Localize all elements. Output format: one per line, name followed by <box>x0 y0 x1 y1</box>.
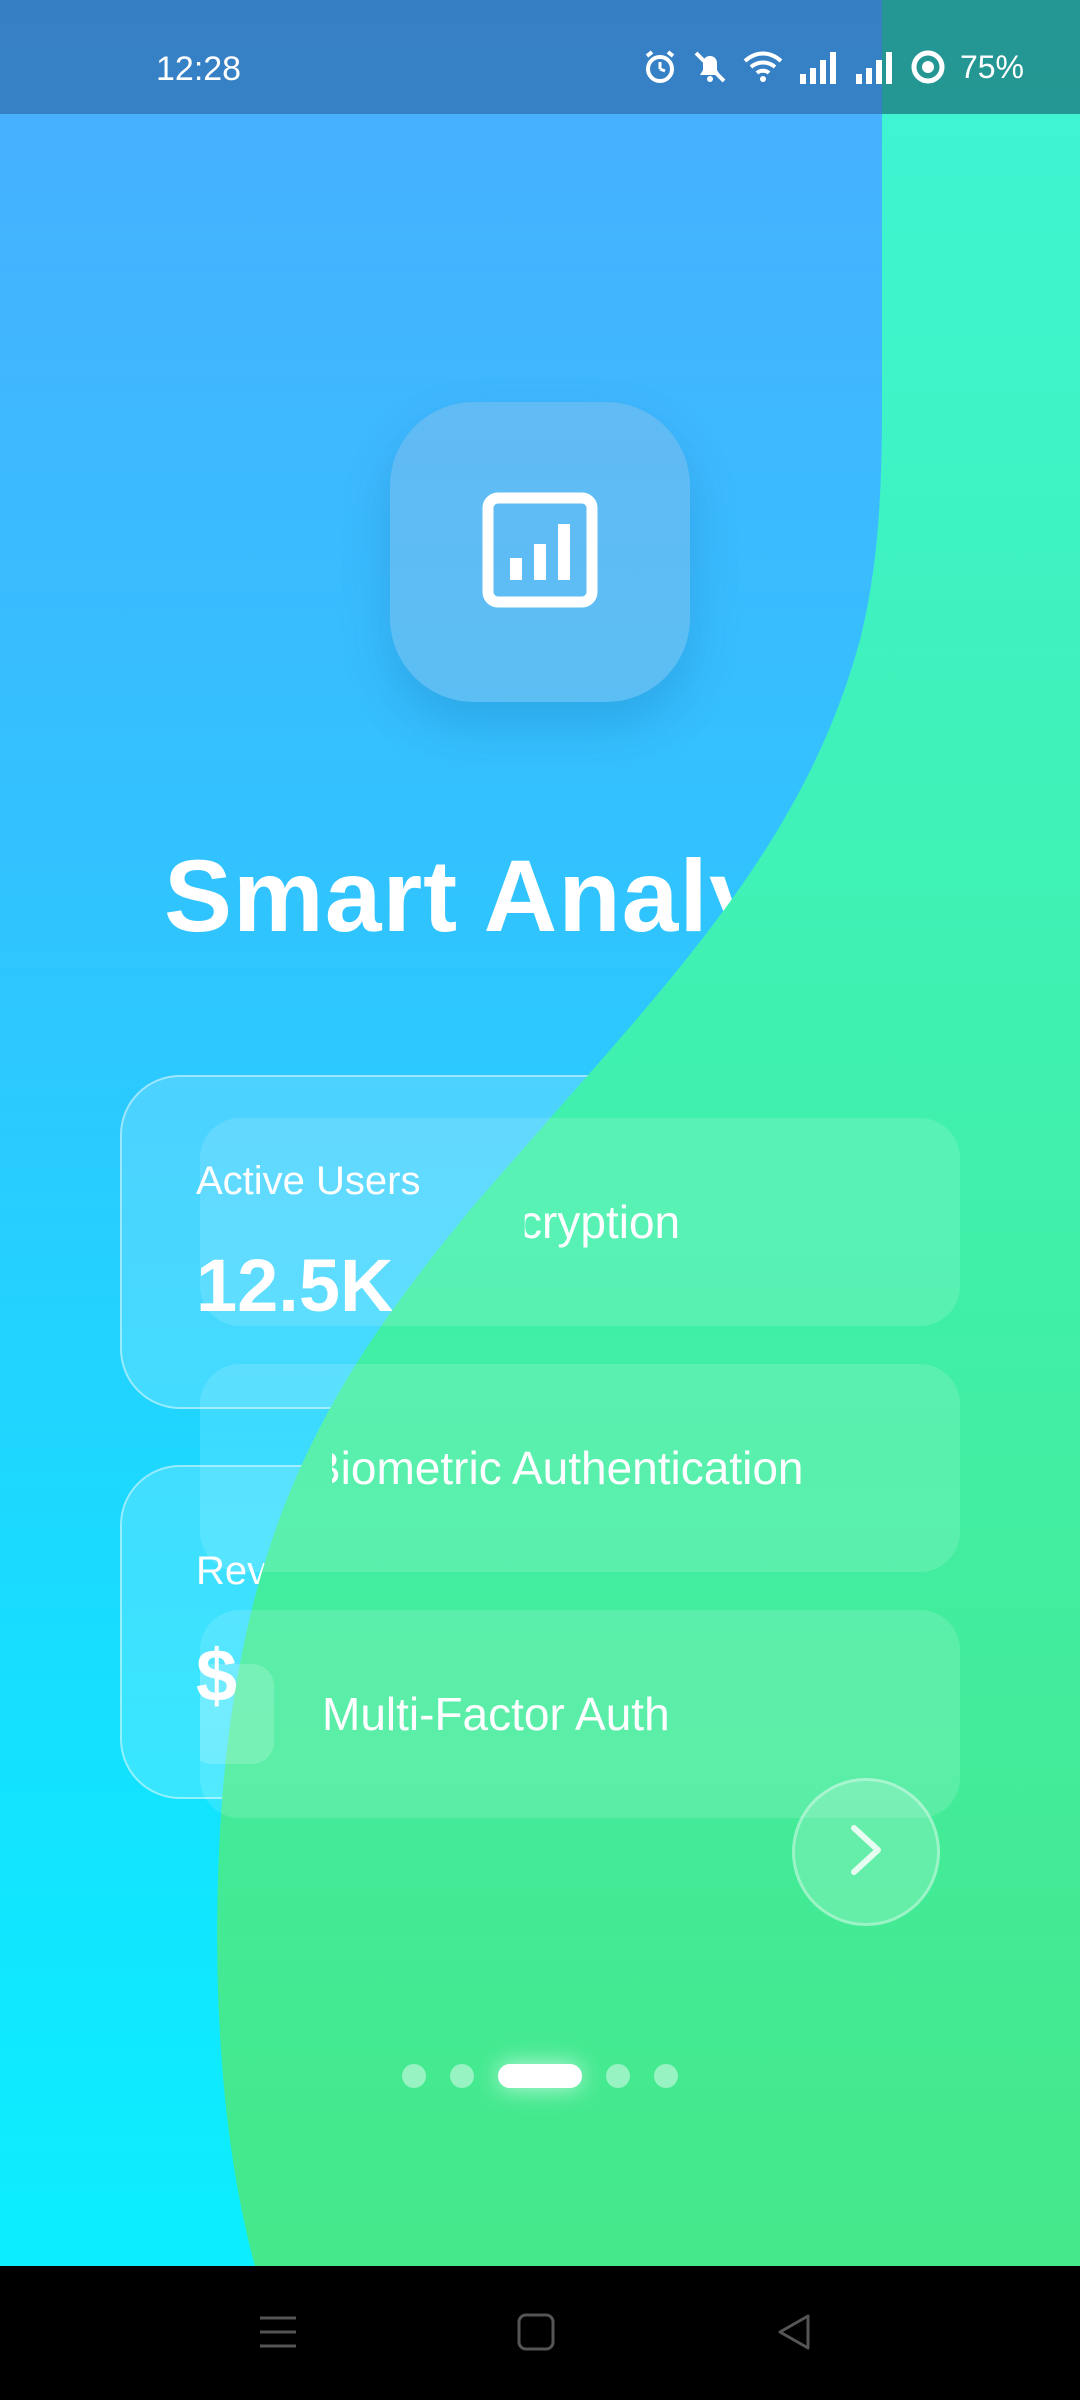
signal-icon <box>798 50 840 84</box>
feature-label: Encryption <box>462 1196 681 1248</box>
next-button[interactable] <box>792 1778 940 1926</box>
page-dot-active[interactable] <box>498 2064 582 2088</box>
status-bar: 12:28 75% <box>0 0 1080 114</box>
bell-off-icon <box>692 49 728 85</box>
page-dot[interactable] <box>654 2064 678 2088</box>
alarm-icon <box>642 49 678 85</box>
page-title: Smart Analytics <box>164 839 947 953</box>
back-triangle-icon[interactable] <box>772 2310 816 2359</box>
page-dot[interactable] <box>606 2064 630 2088</box>
page-dot[interactable] <box>402 2064 426 2088</box>
page-dot[interactable] <box>450 2064 474 2088</box>
bar-chart-icon <box>482 492 598 613</box>
menu-icon[interactable] <box>256 2310 300 2359</box>
home-square-icon[interactable] <box>514 2310 558 2359</box>
status-time: 12:28 <box>156 50 242 88</box>
battery-ring-icon <box>910 49 946 85</box>
navigation-bar <box>0 2266 1080 2400</box>
chevron-right-icon <box>844 1820 888 1885</box>
logo-tile <box>390 402 690 702</box>
wifi-icon <box>742 49 784 85</box>
onboarding-screen: Smart Analytics Active Users 12.5K Reven… <box>0 0 1080 2400</box>
feature-card-encryption[interactable]: Encryption <box>200 1118 960 1326</box>
status-icons: 75% <box>642 44 1024 90</box>
battery-percent: 75% <box>959 48 1024 85</box>
feature-label: Biometric Authentication <box>310 1442 804 1494</box>
page-indicator <box>0 2064 1080 2090</box>
feature-label: Multi-Factor Auth <box>322 1688 670 1740</box>
feature-icon-box <box>200 1664 274 1764</box>
signal-icon <box>854 50 896 84</box>
feature-card-biometric[interactable]: Biometric Authentication <box>200 1364 960 1572</box>
